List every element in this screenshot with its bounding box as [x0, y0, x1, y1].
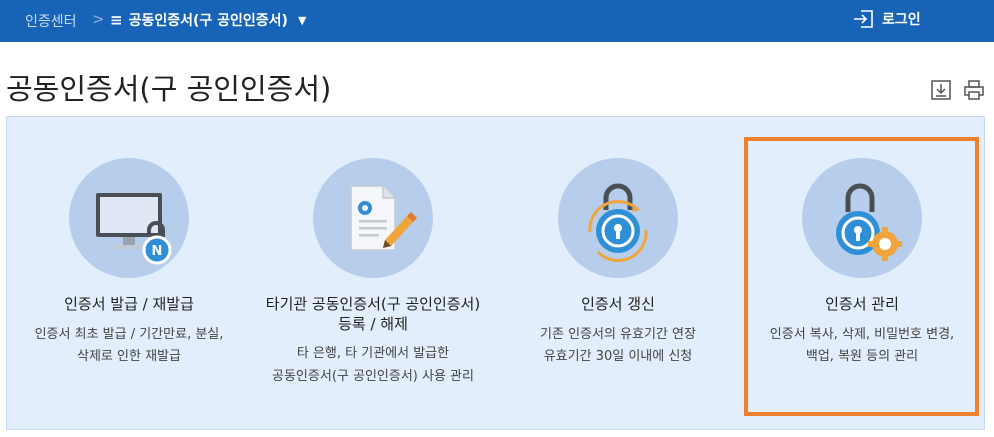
card-issue-reissue[interactable]: N 인증서 발급 / 재발급 인증서 최초 발급 / 기간만료, 분실, 삭제로…	[7, 117, 251, 429]
breadcrumb-current-label: 공동인증서(구 공인인증서)	[128, 13, 288, 29]
breadcrumb-home-link[interactable]: 인증센터	[25, 11, 77, 31]
card-desc-line1: 타 은행, 타 기관에서 발급한	[296, 346, 450, 361]
svg-text:N: N	[152, 244, 163, 259]
card-desc-line2: 백업, 복원 등의 관리	[805, 349, 919, 364]
login-icon	[854, 10, 873, 28]
card-title: 인증서 발급 / 재발급	[64, 295, 194, 313]
card-desc-line2: 삭제로 인한 재발급	[77, 349, 181, 364]
download-icon[interactable]	[930, 79, 952, 101]
breadcrumb-separator-icon: >	[92, 10, 105, 28]
card-management[interactable]: 인증서 관리 인증서 복사, 삭제, 비밀번호 변경, 백업, 복원 등의 관리	[740, 117, 984, 429]
card-title: 인증서 갱신	[581, 295, 655, 313]
login-button[interactable]: 로그인	[852, 9, 921, 29]
lock-gear-icon	[802, 158, 922, 278]
card-desc-line1: 기존 인증서의 유효기간 연장	[540, 327, 696, 342]
card-renewal[interactable]: 인증서 갱신 기존 인증서의 유효기간 연장 유효기간 30일 이내에 신청	[496, 117, 740, 429]
print-icon[interactable]	[963, 79, 985, 101]
monitor-lock-icon: N	[69, 158, 189, 278]
top-nav-bar: 인증센터 > ≡ 공동인증서(구 공인인증서) ▼ 로그인	[0, 0, 994, 42]
card-desc-line2: 유효기간 30일 이내에 신청	[543, 349, 693, 364]
document-pencil-icon	[313, 158, 433, 278]
breadcrumb-menu-dropdown[interactable]: ≡ 공동인증서(구 공인인증서) ▼	[110, 10, 306, 30]
card-register-other-institution[interactable]: 타기관 공동인증서(구 공인인증서) 등록 / 해제 타 은행, 타 기관에서 …	[251, 117, 495, 429]
page-title: 공동인증서(구 공인인증서)	[6, 72, 332, 106]
certificate-menu-panel: N 인증서 발급 / 재발급 인증서 최초 발급 / 기간만료, 분실, 삭제로…	[6, 116, 985, 430]
chevron-down-icon: ▼	[297, 13, 307, 27]
card-title-line2: 등록 / 해제	[338, 315, 408, 333]
lock-refresh-icon	[558, 158, 678, 278]
menu-icon: ≡	[110, 11, 123, 29]
login-label: 로그인	[882, 12, 921, 28]
card-desc-line1: 인증서 복사, 삭제, 비밀번호 변경,	[769, 327, 955, 342]
card-title: 인증서 관리	[825, 295, 899, 313]
card-desc-line1: 인증서 최초 발급 / 기간만료, 분실,	[34, 327, 224, 342]
card-title-line1: 타기관 공동인증서(구 공인인증서)	[265, 295, 481, 313]
card-desc-line2: 공동인증서(구 공인인증서) 사용 관리	[272, 369, 474, 384]
